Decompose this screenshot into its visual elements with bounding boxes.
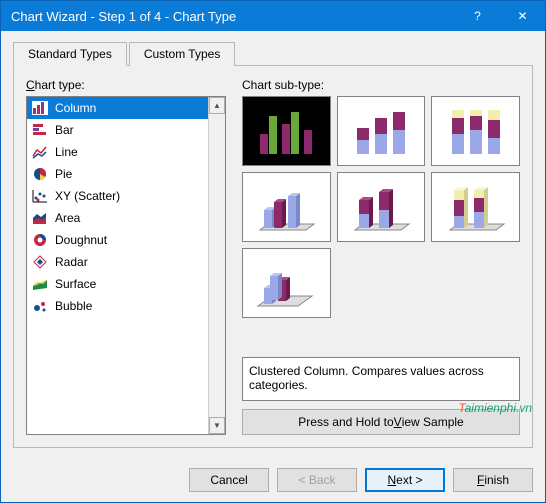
3d-percent-stacked-column-icon: [444, 180, 508, 234]
chart-type-label: Chart type:: [26, 78, 226, 92]
listbox-scrollbar[interactable]: ▲ ▼: [208, 97, 225, 434]
scatter-icon: [31, 188, 49, 204]
list-item-label: Line: [55, 145, 78, 159]
chart-type-item-doughnut[interactable]: Doughnut: [27, 229, 208, 251]
window-title: Chart Wizard - Step 1 of 4 - Chart Type: [11, 9, 455, 24]
back-button: < Back: [277, 468, 357, 492]
list-item-label: Pie: [55, 167, 72, 181]
dialog-footer: Cancel < Back Next > Finish: [1, 458, 545, 502]
chart-subtype-column: Chart sub-type:: [242, 78, 520, 435]
bubble-icon: [31, 298, 49, 314]
tab-custom-types[interactable]: Custom Types: [129, 42, 235, 66]
cancel-button[interactable]: Cancel: [189, 468, 269, 492]
chart-type-column: Chart type: Column Bar Line: [26, 78, 226, 435]
tab-standard-types[interactable]: Standard Types: [13, 42, 127, 66]
view-sample-button[interactable]: Press and Hold to View Sample: [242, 409, 520, 435]
chart-type-item-bubble[interactable]: Bubble: [27, 295, 208, 317]
help-button[interactable]: ?: [455, 1, 500, 31]
chart-type-item-scatter[interactable]: XY (Scatter): [27, 185, 208, 207]
list-item-label: Bubble: [55, 299, 92, 313]
subtype-3d-stacked-column[interactable]: [337, 172, 426, 242]
3d-clustered-column-icon: [254, 180, 318, 234]
radar-icon: [31, 254, 49, 270]
scroll-up-button[interactable]: ▲: [209, 97, 225, 114]
chart-type-listbox[interactable]: Column Bar Line Pie: [26, 96, 226, 435]
chart-type-item-column[interactable]: Column: [27, 97, 208, 119]
list-item-label: Radar: [55, 255, 88, 269]
surface-icon: [31, 276, 49, 292]
subtype-3d-100-stacked-column[interactable]: [431, 172, 520, 242]
chart-type-item-pie[interactable]: Pie: [27, 163, 208, 185]
line-icon: [31, 144, 49, 160]
chart-type-item-area[interactable]: Area: [27, 207, 208, 229]
subtype-empty: [431, 248, 520, 318]
chart-wizard-dialog: Chart Wizard - Step 1 of 4 - Chart Type …: [0, 0, 546, 503]
subtype-3d-column[interactable]: [242, 248, 331, 318]
list-item-label: XY (Scatter): [55, 189, 120, 203]
subtype-empty: [337, 248, 426, 318]
3d-stacked-column-icon: [349, 180, 413, 234]
tab-strip: Standard Types Custom Types: [13, 42, 533, 66]
subtype-100-stacked-column[interactable]: [431, 96, 520, 166]
list-item-label: Doughnut: [55, 233, 107, 247]
stacked-column-icon: [349, 104, 413, 158]
column-icon: [31, 100, 49, 116]
list-item-label: Area: [55, 211, 80, 225]
percent-stacked-column-icon: [444, 104, 508, 158]
list-item-label: Surface: [55, 277, 96, 291]
clustered-column-icon: [254, 104, 318, 158]
chart-type-item-bar[interactable]: Bar: [27, 119, 208, 141]
scroll-track[interactable]: [209, 114, 225, 417]
chart-type-items: Column Bar Line Pie: [27, 97, 208, 434]
titlebar[interactable]: Chart Wizard - Step 1 of 4 - Chart Type …: [1, 1, 545, 31]
subtype-clustered-column[interactable]: [242, 96, 331, 166]
area-icon: [31, 210, 49, 226]
doughnut-icon: [31, 232, 49, 248]
next-button[interactable]: Next >: [365, 468, 445, 492]
bar-icon: [31, 122, 49, 138]
scroll-down-button[interactable]: ▼: [209, 417, 225, 434]
close-button[interactable]: ✕: [500, 1, 545, 31]
pie-icon: [31, 166, 49, 182]
chart-type-item-radar[interactable]: Radar: [27, 251, 208, 273]
subtype-grid: [242, 96, 520, 318]
finish-button[interactable]: Finish: [453, 468, 533, 492]
chart-type-item-surface[interactable]: Surface: [27, 273, 208, 295]
3d-column-icon: [254, 256, 318, 310]
chart-subtype-label: Chart sub-type:: [242, 78, 520, 92]
tab-panel: Chart type: Column Bar Line: [13, 65, 533, 448]
subtype-stacked-column[interactable]: [337, 96, 426, 166]
chart-type-item-line[interactable]: Line: [27, 141, 208, 163]
subtype-description: Clustered Column. Compares values across…: [242, 357, 520, 401]
list-item-label: Column: [55, 101, 96, 115]
subtype-3d-clustered-column[interactable]: [242, 172, 331, 242]
dialog-body: Standard Types Custom Types Chart type: …: [1, 31, 545, 458]
list-item-label: Bar: [55, 123, 74, 137]
